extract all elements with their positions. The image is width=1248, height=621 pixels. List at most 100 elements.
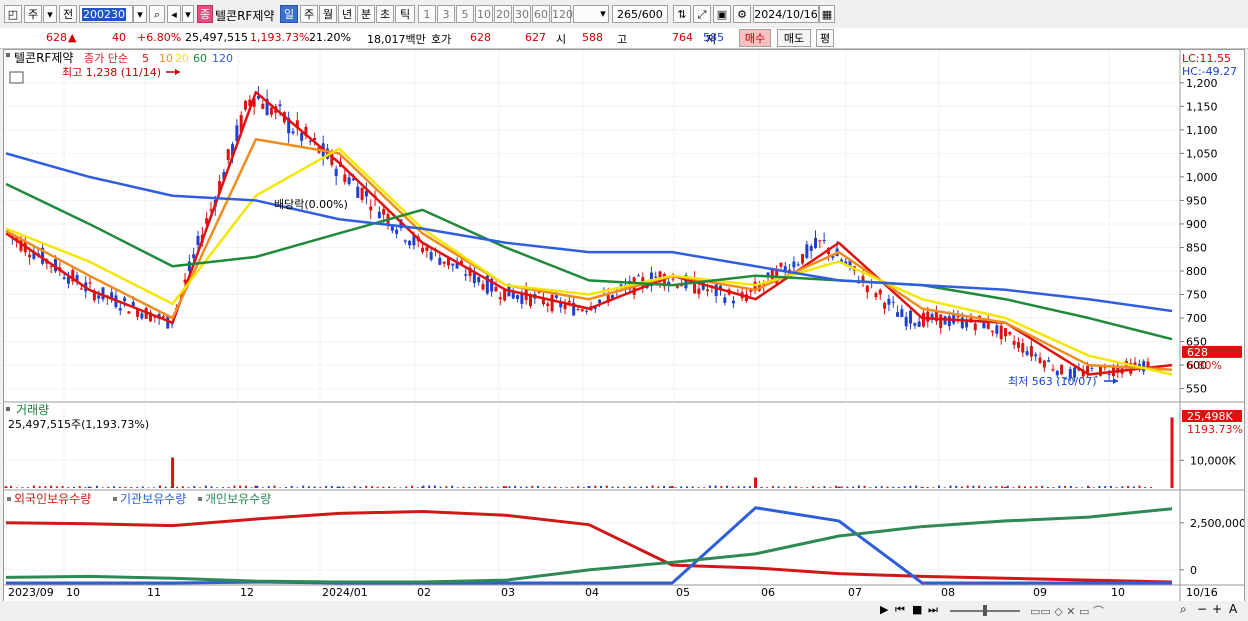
save-icon[interactable]: ▣ [713,5,731,23]
volume-bar-minor [193,486,196,488]
stock-code-value: 200230 [82,8,126,21]
buy-button[interactable]: 매수 [739,29,771,47]
stock-code-input[interactable]: 200230 [79,5,133,23]
drawing-tools-icon[interactable]: ▭▭ ◇ ✕ ▭ ⌒ [1030,603,1104,619]
candle-body [576,309,580,311]
interval-60[interactable]: 60 [532,5,550,23]
search-icon[interactable]: ⌕ [149,5,165,23]
x-tick-label: 10 [66,586,80,599]
interval-120[interactable]: 120 [551,5,573,23]
chart-panel[interactable]: 2023/09 10 11 12 2024/01 02 03 04 05 06 07 08 09 10 10… [3,49,1246,602]
speaker-dropdown-icon[interactable]: ▾ [182,5,194,23]
settings-gear-icon[interactable]: ⚙ [733,5,751,23]
candle-body [818,240,822,242]
zoom-slider-handle[interactable] [983,605,987,616]
period-week[interactable]: 주 [300,5,318,23]
font-size-icon[interactable]: A [1229,602,1237,616]
volume-bar-minor [737,486,740,488]
zoom-in-icon[interactable]: + [1212,602,1222,616]
volume-bar [171,457,175,488]
candle-body [520,294,524,304]
interval-dropdown-icon[interactable]: ▾ [597,5,609,23]
eval-button[interactable]: 평 [816,29,834,47]
volume-bar-minor [600,485,603,488]
candle-body [438,257,442,265]
volume-bar-minor [869,487,872,488]
panel-bullet [6,53,10,57]
volume-bar-minor [118,486,121,488]
legend-bullet [113,497,117,501]
volume-bar-minor [502,486,505,488]
tab-jeon[interactable]: 전 [59,5,77,23]
candle-body [865,285,869,293]
candle-body [814,237,817,248]
volume-bar-minor [823,486,826,488]
interval-20[interactable]: 20 [494,5,512,23]
code-dropdown-icon[interactable]: ▾ [133,5,147,23]
candle-type-icon[interactable]: ⇅ [673,5,691,23]
candle-body [900,309,904,317]
volume-bar-minor [416,487,419,488]
y-tick-label: 850 [1186,241,1207,254]
volume-bar-minor [754,487,757,488]
volume-bar-minor [1081,487,1084,488]
volume-bar-minor [216,487,219,488]
volume-bar-minor [1035,486,1038,488]
sell-button[interactable]: 매도 [777,29,811,47]
candle-body [118,308,122,311]
volume-bar-minor [525,486,528,488]
volume-bar-minor [21,487,24,488]
scroll-right-icon[interactable]: ▶ [880,603,888,616]
zoom-search-icon[interactable]: ⌕ [1180,602,1187,617]
candle-body [429,252,433,260]
volume-bar-minor [244,485,247,488]
stop-icon[interactable]: ■ [912,603,922,616]
candle-body [192,254,196,259]
date-input[interactable]: 2024/10/16 [753,5,819,23]
window-menu-icon[interactable]: ◰ [4,5,22,23]
fast-forward-icon[interactable]: ⏭ [928,603,938,617]
volume-bar-minor [302,485,305,488]
interval-5[interactable]: 5 [456,5,474,23]
period-second[interactable]: 초 [376,5,394,23]
volume-bar-minor [697,487,700,488]
candle-body [364,191,368,197]
interval-10[interactable]: 10 [475,5,493,23]
rewind-icon[interactable]: ⏮ [895,603,905,617]
speaker-icon[interactable]: ◂ [167,5,181,23]
interval-1[interactable]: 1 [418,5,436,23]
volume-bar-minor [273,485,276,488]
zoom-out-icon[interactable]: − [1197,602,1207,616]
interval-30[interactable]: 30 [513,5,531,23]
x-tick-label: 12 [240,586,254,599]
max-price-annotation: 최고 1,238 (11/14) [62,66,161,79]
period-day[interactable]: 일 [280,5,298,23]
compare-icon[interactable]: ⤢ [693,5,711,23]
volume-bar-minor [955,485,958,488]
last-volume-pct-text: 1193.73% [1187,423,1243,436]
x-tick-label: 11 [147,586,161,599]
volume-bar-minor [107,486,110,488]
chevron-down-icon[interactable]: ▾ [43,5,57,23]
volume-bar-minor [972,485,975,488]
period-year[interactable]: 년 [338,5,356,23]
trade-amount: 18,017백만 [367,33,426,46]
tab-jong[interactable]: 주 [24,5,42,23]
volume-bar-minor [582,487,585,488]
volume-bar-minor [634,486,637,488]
candle-body [369,206,373,211]
last-price-tag-text: 628 [1187,346,1208,359]
volume-bar-minor [439,486,442,488]
candle-body [97,295,101,299]
period-minute[interactable]: 분 [357,5,375,23]
toolbar: ◰ 주 ▾ 전 200230 ▾ ⌕ ◂ ▾ 종 텔콘RF제약 일 주 월 년 … [0,0,1248,29]
calendar-icon[interactable]: ▦ [819,5,835,23]
period-tick[interactable]: 틱 [395,5,415,23]
count-input[interactable]: 265/600 [612,5,668,23]
candle-body [377,211,381,219]
open-label: 시 [556,33,567,46]
candle-body [403,240,407,242]
volume-bar-minor [491,486,494,488]
interval-3[interactable]: 3 [437,5,455,23]
period-month[interactable]: 월 [319,5,337,23]
